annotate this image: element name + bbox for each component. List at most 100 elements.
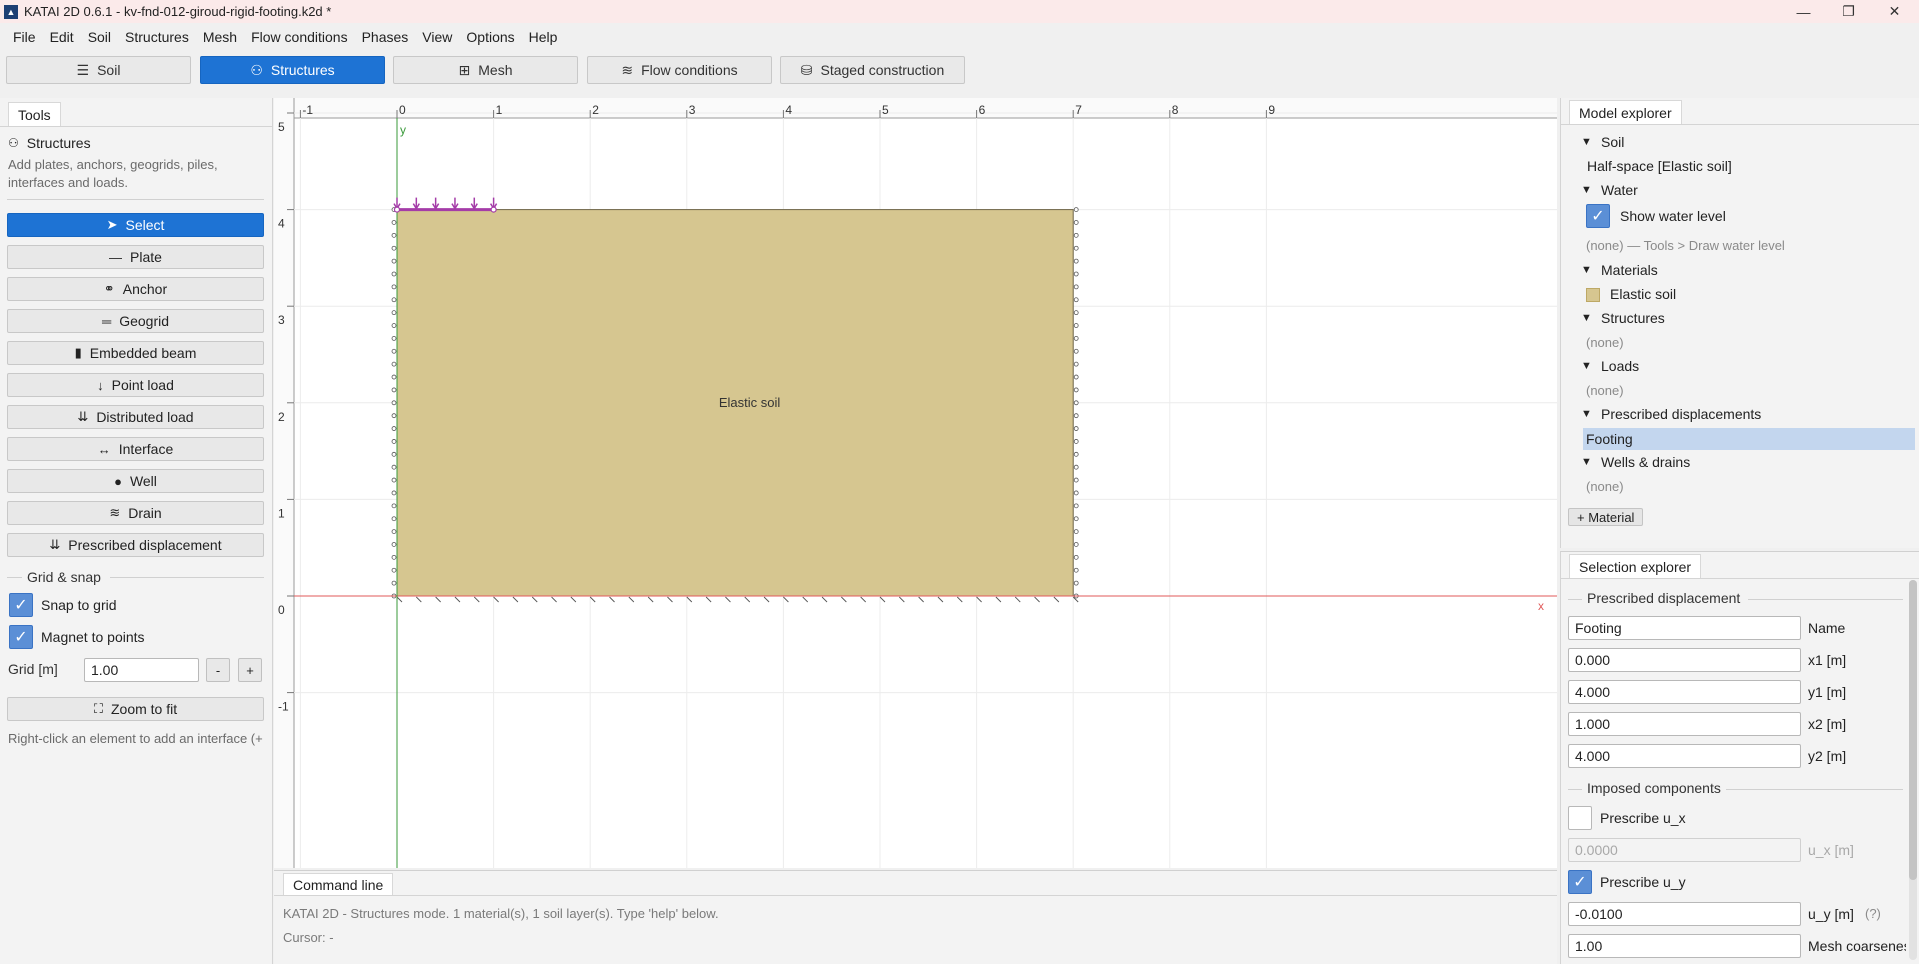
tree-node-water[interactable]: ▼ Water — [1581, 182, 1638, 198]
magnet-to-points-label: Magnet to points — [41, 629, 145, 645]
mesh-coarseness-field[interactable]: 1.00 — [1568, 934, 1801, 958]
roller-support-icon — [1073, 323, 1079, 328]
zoom-to-fit-button[interactable]: ⛶ Zoom to fit — [7, 697, 264, 721]
roller-support-icon — [391, 284, 397, 290]
plate-button-label: Plate — [130, 249, 162, 265]
anchor-button[interactable]: ⚭ Anchor — [7, 277, 264, 301]
magnet-to-points-checkbox[interactable]: ✓ — [9, 625, 33, 649]
geogrid-button[interactable]: ═ Geogrid — [7, 309, 264, 333]
menu-edit[interactable]: Edit — [43, 29, 81, 45]
mode-tab-staged-construction[interactable]: ⛁ Staged construction — [780, 56, 965, 84]
menu-help[interactable]: Help — [522, 29, 565, 45]
magnet-to-points-row[interactable]: ✓ Magnet to points — [9, 625, 145, 649]
collapse-triangle-icon[interactable]: ▼ — [1581, 456, 1593, 468]
water-level-hint: (none) — Tools > Draw water level — [1586, 238, 1785, 253]
drain-button[interactable]: ≋ Drain — [7, 501, 264, 525]
point-load-button[interactable]: ↓ Point load — [7, 373, 264, 397]
show-water-level-checkbox[interactable]: ✓ — [1586, 204, 1610, 228]
prescribe-ux-checkbox[interactable] — [1568, 806, 1592, 830]
roller-support-icon — [391, 400, 397, 406]
tree-node-soil[interactable]: ▼ Soil — [1581, 134, 1624, 150]
menu-options[interactable]: Options — [459, 29, 521, 45]
collapse-triangle-icon[interactable]: ▼ — [1581, 312, 1593, 324]
prescribed-displacement-button[interactable]: ⇊ Prescribed displacement — [7, 533, 264, 557]
tree-node-loads[interactable]: ▼ Loads — [1581, 358, 1639, 374]
mode-tab-soil[interactable]: ☰ Soil — [6, 56, 191, 84]
tab-command-line[interactable]: Command line — [283, 873, 394, 895]
menu-file[interactable]: File — [0, 29, 43, 45]
x1-field[interactable]: 0.000 — [1568, 648, 1801, 672]
menu-mesh[interactable]: Mesh — [196, 29, 244, 45]
imposed-components-group-label: Imposed components — [1583, 780, 1725, 796]
tree-item-footing[interactable]: Footing — [1583, 428, 1915, 450]
tab-tools[interactable]: Tools — [8, 102, 61, 126]
snap-to-grid-checkbox[interactable]: ✓ — [9, 593, 33, 617]
tab-model-explorer[interactable]: Model explorer — [1569, 100, 1682, 124]
selection-scrollbar[interactable] — [1909, 580, 1917, 960]
grid-size-input[interactable]: 1.00 — [84, 658, 199, 682]
menu-flow-conditions[interactable]: Flow conditions — [244, 29, 355, 45]
maximize-icon[interactable]: ❐ — [1826, 0, 1871, 23]
roller-support-icon — [391, 348, 397, 354]
menu-phases[interactable]: Phases — [355, 29, 416, 45]
snap-to-grid-row[interactable]: ✓ Snap to grid — [9, 593, 117, 617]
canvas-drawing[interactable]: x y Elastic soil -1 0 1 2 3 4 5 6 7 8 9 5 4 3 2 1 0 -1 — [274, 98, 1557, 868]
app-window: ▲ KATAI 2D 0.6.1 - kv-fnd-012-giroud-rig… — [0, 0, 1919, 964]
scrollbar-thumb[interactable] — [1909, 580, 1917, 880]
tree-node-label: Water — [1601, 182, 1638, 198]
prescribe-uy-row[interactable]: ✓ Prescribe u_y — [1568, 870, 1686, 894]
ruler-label-x: 1 — [496, 103, 503, 117]
mode-tab-flow-conditions[interactable]: ≋ Flow conditions — [587, 56, 772, 84]
uy-help-icon[interactable]: (?) — [1865, 906, 1881, 921]
add-material-button[interactable]: + Material — [1568, 508, 1644, 526]
menu-soil[interactable]: Soil — [81, 29, 118, 45]
grid-snap-heading: Grid & snap — [27, 569, 101, 585]
collapse-triangle-icon[interactable]: ▼ — [1581, 184, 1593, 196]
tree-node-prescribed-displacements[interactable]: ▼ Prescribed displacements — [1581, 406, 1761, 422]
tree-node-structures[interactable]: ▼ Structures — [1581, 310, 1665, 326]
tree-node-wells-drains[interactable]: ▼ Wells & drains — [1581, 454, 1690, 470]
interface-button[interactable]: ↔ Interface — [7, 437, 264, 461]
menu-view[interactable]: View — [415, 29, 459, 45]
title-bar: ▲ KATAI 2D 0.6.1 - kv-fnd-012-giroud-rig… — [0, 0, 1919, 23]
roller-support-icon — [391, 245, 397, 251]
menu-structures[interactable]: Structures — [118, 29, 196, 45]
divider — [1726, 789, 1903, 790]
mode-tab-label: Structures — [270, 62, 335, 78]
tree-node-materials[interactable]: ▼ Materials — [1581, 262, 1658, 278]
y2-field[interactable]: 4.000 — [1568, 744, 1801, 768]
prescribe-uy-checkbox[interactable]: ✓ — [1568, 870, 1592, 894]
embedded-beam-button[interactable]: ▮ Embedded beam — [7, 341, 264, 365]
roller-support-icon — [391, 323, 397, 328]
prescribe-ux-row[interactable]: Prescribe u_x — [1568, 806, 1686, 830]
structure-icon: ⚇ — [250, 61, 263, 78]
tree-node-label: Structures — [1601, 310, 1665, 326]
roller-support-icon — [1073, 439, 1079, 444]
tree-item-half-space[interactable]: Half-space [Elastic soil] — [1587, 158, 1732, 174]
well-button[interactable]: ● Well — [7, 469, 264, 493]
tree-item-material[interactable]: Elastic soil — [1586, 286, 1676, 303]
model-canvas[interactable]: x y Elastic soil -1 0 1 2 3 4 5 6 7 8 9 5 4 3 2 1 0 -1 — [274, 98, 1557, 868]
collapse-triangle-icon[interactable]: ▼ — [1581, 360, 1593, 372]
collapse-triangle-icon[interactable]: ▼ — [1581, 408, 1593, 420]
uy-field[interactable]: -0.0100 — [1568, 902, 1801, 926]
x2-field[interactable]: 1.000 — [1568, 712, 1801, 736]
plate-button[interactable]: — Plate — [7, 245, 264, 269]
grid-decrease-button[interactable]: - — [206, 658, 230, 682]
roller-support-icon — [1073, 554, 1079, 560]
distributed-load-button[interactable]: ⇊ Distributed load — [7, 405, 264, 429]
mode-tab-structures[interactable]: ⚇ Structures — [200, 56, 385, 84]
divider — [110, 577, 264, 578]
close-icon[interactable]: ✕ — [1872, 0, 1917, 23]
collapse-triangle-icon[interactable]: ▼ — [1581, 264, 1593, 276]
show-water-level-row[interactable]: ✓ Show water level — [1586, 204, 1726, 228]
mode-tab-mesh[interactable]: ⊞ Mesh — [393, 56, 578, 84]
select-button[interactable]: ➤ Select — [7, 213, 264, 237]
collapse-triangle-icon[interactable]: ▼ — [1581, 136, 1593, 148]
y1-field[interactable]: 4.000 — [1568, 680, 1801, 704]
grid-icon: ⊞ — [458, 61, 471, 78]
name-field[interactable]: Footing — [1568, 616, 1801, 640]
tab-selection-explorer[interactable]: Selection explorer — [1569, 554, 1702, 578]
minimize-icon[interactable]: — — [1781, 0, 1826, 23]
grid-increase-button[interactable]: + — [238, 658, 262, 682]
